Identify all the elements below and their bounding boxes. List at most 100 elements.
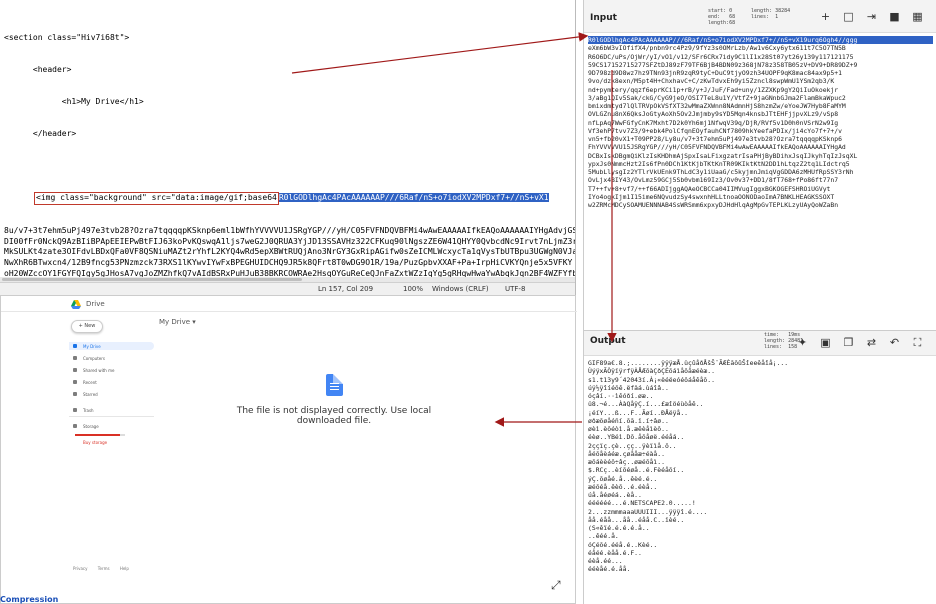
output-text-area[interactable]: GIF89a€.8.;........ÿÿÿæÅ.üçûåðÅšŠ¨ÃÆÈãõû…	[584, 357, 936, 604]
input-row: IYo4ogkIjm1I15ime6NQvudzSy4swxnhHLLtnoaO…	[588, 192, 835, 201]
output-row: ..êéé.å.	[588, 532, 619, 541]
new-button[interactable]: + New	[71, 320, 103, 333]
input-lines: 1	[775, 14, 779, 20]
input-row: DCBxIskDBgmQiKlzIsKHDhmAjSpxIsaLFixgzatr…	[588, 151, 858, 160]
breadcrumb[interactable]: My Drive ▾	[159, 318, 196, 326]
output-row: s1.t13y9´42043í.À¡«ëéëeóéõáåêåõ..	[588, 375, 715, 384]
drive-main-area: My Drive ▾ The file is not displayed cor…	[156, 314, 571, 599]
sidebar-item-label: Shared with me	[83, 368, 115, 373]
output-row: éåéé.èåå.é.F..	[588, 548, 642, 557]
line-endings: Windows (CRLF)	[432, 285, 489, 293]
input-row: bmixdmtyd7lQlTRVpOkVSfXT32wMmaZXWnn8NAdm…	[588, 102, 846, 110]
document-icon	[326, 374, 343, 396]
output-row: úÿ½ÿîíéõê.ëfäá.ùáîâ..	[588, 383, 669, 392]
maximize-icon[interactable]: ⛶	[911, 336, 924, 349]
sidebar-item-label: Starred	[83, 392, 98, 397]
open-folder-icon[interactable]: □	[842, 10, 855, 23]
scrollbar-thumb[interactable]	[2, 278, 302, 281]
selected-base64-text: R0lGODlhgAc4PAcAAAAAAP///6Raf/nS+o7iodXV…	[278, 193, 549, 203]
input-row: 5MubLlysgIz2YTlrVkUEnk9ThLdC3y1iUaaG/c5k…	[588, 168, 854, 176]
footer-link-terms[interactable]: Terms	[98, 566, 110, 571]
code-line: </header>	[4, 128, 77, 138]
open-file-icon[interactable]: ⇥	[865, 10, 878, 23]
sidebar-item-storage[interactable]: Storage	[69, 422, 154, 430]
add-icon[interactable]: +	[819, 10, 832, 23]
input-row: Vf3ehP7tvv7Z3/9+ebk4PolCfqnEOyfauhCNf780…	[588, 126, 842, 135]
base64-line: DI00fFr0NckQ9AzBIiBPApEEIEPwBtFIJ63koPvK…	[4, 236, 576, 246]
footer-link-help[interactable]: Help	[120, 566, 129, 571]
sidebar-item-my-drive[interactable]: My Drive	[69, 342, 154, 350]
expand-icon[interactable]: ⤢	[551, 578, 561, 593]
sidebar-item-starred[interactable]: Starred	[69, 390, 154, 398]
selection-length: 68	[729, 20, 736, 26]
output-row: (S«êïé.é.é.é.å..	[588, 524, 650, 532]
compression-label: Compression	[0, 595, 59, 604]
base64-line: MkSULKt4zate3OIFdvLBDxQFa0VF8QSNiuMAZt2r…	[4, 247, 576, 257]
input-row: R6O6DC/uPs/OjWr/yI/vO1/v12/SFr6CRx7idy9C…	[588, 52, 854, 61]
code-editor-window: <section class="Hiv7i68t"> <header> <h1>…	[0, 0, 576, 295]
sidebar-item-computers[interactable]: Computers	[69, 354, 154, 362]
buy-storage-link[interactable]: Buy storage	[83, 440, 107, 445]
save-icon[interactable]: ▣	[819, 336, 832, 349]
zoom-level: 100%	[403, 285, 424, 293]
output-row: úå.åéøéá..èå..	[588, 491, 642, 499]
input-rows: eXm6bW3vIOfifX4/pnbn9rc4Pz9/9fYz3s0OMrLz…	[588, 44, 933, 209]
input-row: vn5+fb20vX1+T09PP28/Ly8u/v7+3t7ehm5uPj49…	[588, 135, 842, 143]
img-tag-text: <img class="background" src="data:image/…	[36, 193, 277, 203]
output-row: $.RCç..èíõéøå..é.Fèéåõí..	[588, 466, 685, 475]
sidebar-divider	[69, 416, 154, 417]
input-row: ypxJs0NmmcHzt2Is6fPn0DCh1KtKjbTKtKnTR09K…	[588, 159, 850, 168]
copy-icon[interactable]: ❐	[842, 336, 855, 349]
delete-icon[interactable]: ■	[888, 10, 901, 23]
output-row: GIF89a€.8.;........ÿÿÿæÅ.üçûåðÅšŠ¨ÃÆÈãõû…	[588, 359, 789, 367]
storage-bar	[75, 434, 125, 436]
code-line: <h1>My Drive</h1>	[4, 96, 144, 106]
cursor-position: Ln 157, Col 209	[318, 285, 374, 293]
output-row: ü8.¬é...ÀàQåÿÇ.í...£æîöéùòåê..	[588, 400, 704, 409]
drive-app-name: Drive	[86, 300, 105, 308]
img-tag-annotation-box: <img class="background" src="data:image/…	[34, 192, 279, 205]
magic-icon[interactable]: ✦	[796, 336, 809, 349]
sidebar-item-icon	[73, 368, 77, 372]
output-row: ¡éíY...ß...F..Ãøí..ÐÅëÿå..	[588, 408, 689, 417]
sidebar-item-trash[interactable]: Trash	[69, 406, 154, 414]
output-panel-header: Output time: 19ms length: 28481 lines: 1…	[584, 331, 936, 356]
input-panel: Input start: 0 end: 68 length:68 length:…	[583, 0, 936, 330]
output-row: óÇéõé.ééå.é..Kèé..	[588, 540, 658, 549]
input-row: eXm6bW3vIOfifX4/pnbn9rc4Pz9/9fYz3s0OMrLz…	[588, 44, 846, 53]
base64-line: 8u/v7+3t7ehm5uPj497e3tvb28?Ozra7tqqqqpKS…	[4, 226, 576, 236]
output-rows: GIF89a€.8.;........ÿÿÿæÅ.üçûåðÅšŠ¨ÃÆÈãõû…	[588, 359, 933, 574]
input-row: 3/aBg1QIv5Sak/ckG/CyG9jeO/OSI7TeL8u1Y/Vt…	[588, 93, 846, 102]
input-row: w2ZRMcMDCySOAMUENNNAB4SsWRSmm6xpxyDJHdHl…	[588, 201, 839, 209]
undo-icon[interactable]: ↶	[888, 336, 901, 349]
input-row: FhYVVVVVU15JSRgYGP///yH/C05FVFNDQVBFMi4w…	[588, 143, 846, 152]
cloud-icon	[73, 424, 77, 428]
encoding: UTF-8	[505, 285, 526, 293]
output-row: éééééé...é.NETSCAPE2.0.....!	[588, 499, 696, 508]
input-title: Input	[590, 13, 617, 23]
replace-input-icon[interactable]: ⇄	[865, 336, 878, 349]
output-row: óçâí.··ìêóðí.øæ..	[588, 392, 654, 400]
output-row: øðæõøåéñí.õã.ï.í÷âø..	[588, 416, 669, 425]
code-text-area[interactable]: <section class="Hiv7i68t"> <header> <h1>…	[0, 0, 576, 282]
footer-link-privacy[interactable]: Privacy	[73, 566, 87, 571]
input-row: OvLjx48IY43/OvLmz59GCj5Sb0vbm169Iz3/Ov0v…	[588, 176, 839, 185]
drive-footer: Privacy Terms Help	[73, 566, 138, 571]
drive-sidebar: + New My Drive Computers Shared with me Rec…	[69, 314, 154, 599]
base64-line: NwXhR6BTwxcn4/12B9fncg53PNzmzck73RXS1lKY…	[4, 258, 573, 268]
sidebar-item-icon	[73, 356, 77, 360]
input-text-area[interactable]: R0lGODlhgAc4PAcAAAAAAP///6Raf/nS+o7iodXV…	[584, 34, 936, 330]
input-row: OVLGZnu8nX6QksJoGtyAoXh5Ov2Jmjmby9sYD5Mq…	[588, 110, 839, 119]
sidebar-item-shared-with-me[interactable]: Shared with me	[69, 366, 154, 374]
input-row: nfLpAq7WwFGfyCnK7Mxht7D2k0Yh6mj1NfwqV39q…	[588, 118, 839, 127]
storage-fill	[75, 434, 120, 436]
code-line: <header>	[4, 64, 72, 74]
input-row: 59CS17152715277SFZtDJ89zF79TF6BjB4BDN09z…	[588, 60, 858, 69]
input-stats: length: 38284 lines: 1	[751, 8, 791, 20]
img-tag-line: <img class="background" src="data:image/…	[4, 192, 575, 205]
output-row: æõáèèéõ÷âç..øæéõåì..	[588, 458, 665, 466]
layout-icon[interactable]: ▦	[911, 10, 924, 23]
output-row: åéõåèáéæ.çøååæ÷éàå..	[588, 449, 665, 458]
sidebar-item-label: Computers	[83, 356, 105, 361]
sidebar-item-recent[interactable]: Recent	[69, 378, 154, 386]
